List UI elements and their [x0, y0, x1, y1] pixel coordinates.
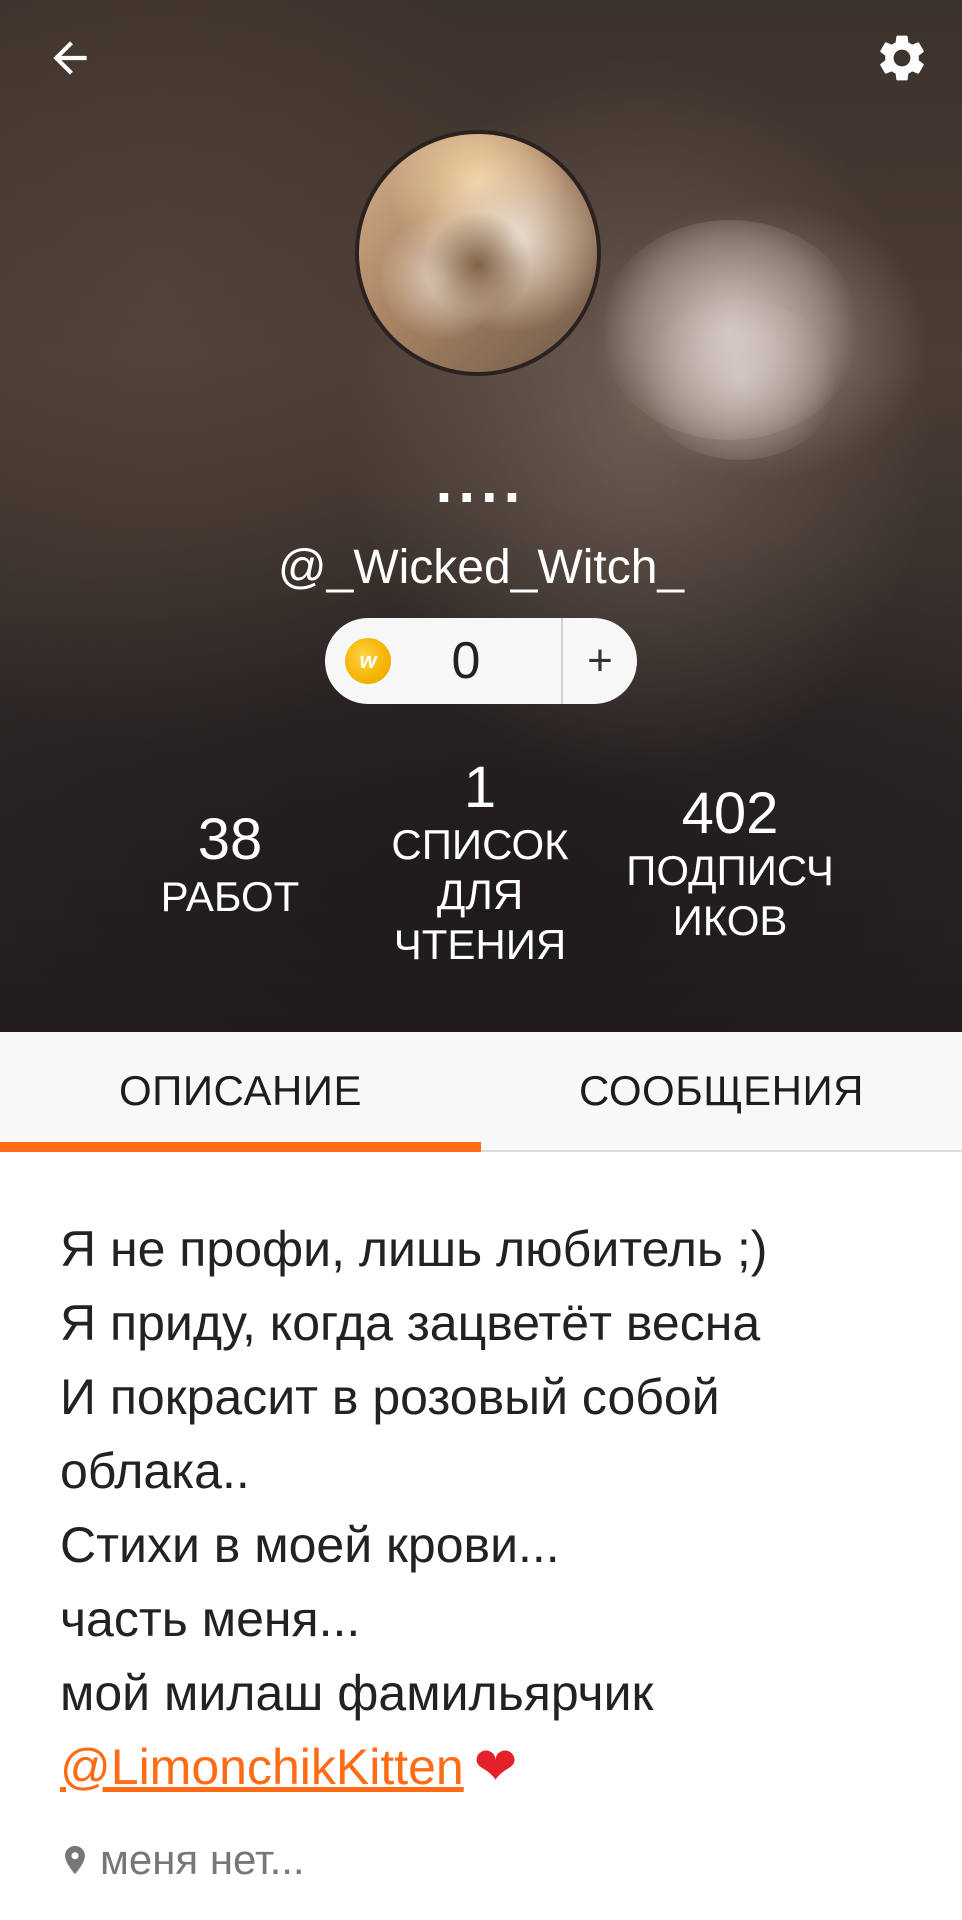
description-line: Я не профи, лишь любитель ;): [60, 1221, 768, 1277]
tab-messages[interactable]: СООБЩЕНИЯ: [481, 1032, 962, 1150]
heart-icon: ❤: [473, 1738, 518, 1796]
profile-tabs: ОПИСАНИЕ СООБЩЕНИЯ: [0, 1032, 962, 1152]
stat-reading-lists-label-1: СПИСОК: [391, 821, 569, 868]
description-line: Я приду, когда зацветёт весна: [60, 1295, 761, 1351]
settings-button[interactable]: [866, 22, 938, 94]
user-mention-link[interactable]: @LimonchikKitten: [60, 1739, 464, 1795]
profile-header: .... @_Wicked_Witch_ w 0 + 38 РАБОТ 1 СП…: [0, 0, 962, 1032]
add-coins-button[interactable]: +: [563, 636, 637, 686]
location-row: меня нет...: [58, 1836, 305, 1884]
stat-reading-lists-label-2: ДЛЯ: [436, 871, 524, 918]
description-line: часть меня...: [60, 1591, 361, 1647]
stat-reading-lists[interactable]: 1 СПИСОК ДЛЯ ЧТЕНИЯ: [360, 756, 600, 970]
stat-works[interactable]: 38 РАБОТ: [130, 808, 330, 922]
username: @_Wicked_Witch_: [277, 541, 685, 594]
stat-followers-label-2: ИКОВ: [672, 897, 788, 944]
stat-reading-lists-label-3: ЧТЕНИЯ: [393, 921, 567, 968]
profile-description: Я не профи, лишь любитель ;) Я приду, ко…: [60, 1212, 920, 1804]
back-arrow-icon: [53, 41, 87, 75]
description-mention-line: @LimonchikKitten ❤: [60, 1730, 920, 1804]
tab-about[interactable]: ОПИСАНИЕ: [0, 1032, 481, 1150]
active-tab-indicator: [0, 1142, 481, 1152]
description-line: облака..: [60, 1443, 250, 1499]
location-pin-icon: [65, 1845, 85, 1875]
description-line: Стихи в моей крови...: [60, 1517, 560, 1573]
stat-works-label: РАБОТ: [160, 873, 300, 920]
stat-reading-lists-number: 1: [463, 755, 497, 820]
stat-works-number: 38: [197, 807, 263, 872]
stat-followers-number: 402: [681, 781, 779, 846]
avatar[interactable]: [355, 130, 601, 376]
stat-followers[interactable]: 402 ПОДПИСЧ ИКОВ: [600, 782, 860, 946]
location-text: меня нет...: [100, 1836, 305, 1883]
stat-followers-label-1: ПОДПИСЧ: [626, 847, 834, 894]
back-button[interactable]: [34, 22, 106, 94]
description-line: мой милаш фамильярчик: [60, 1665, 654, 1721]
settings-gear-icon: [880, 35, 924, 81]
coins-widget[interactable]: w 0 +: [325, 618, 637, 704]
display-name: ....: [435, 448, 527, 515]
description-line: И покрасит в розовый собой: [60, 1369, 720, 1425]
coin-count: 0: [451, 632, 481, 690]
